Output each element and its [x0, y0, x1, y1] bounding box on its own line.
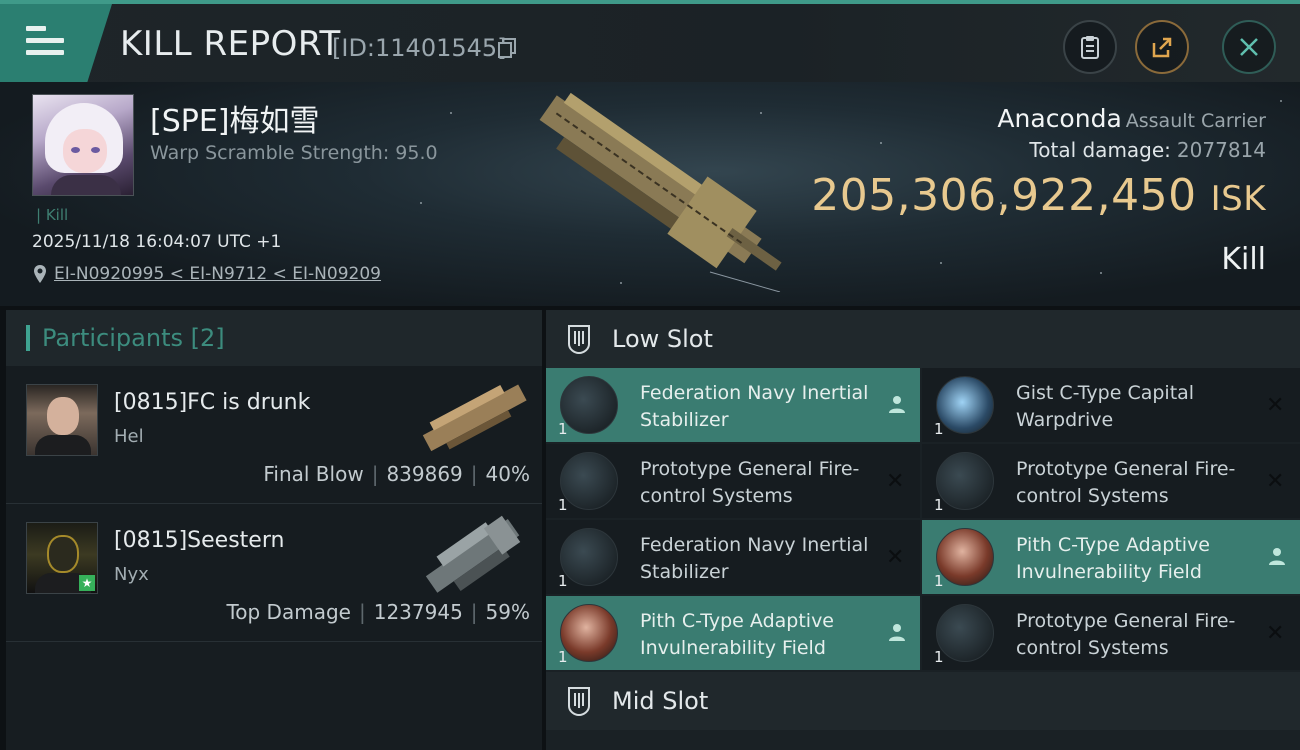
module-icon: [560, 376, 618, 434]
participant-avatar[interactable]: ★: [26, 522, 98, 594]
menu-icon: [26, 26, 64, 56]
participant-avatar[interactable]: [26, 384, 98, 456]
participant-row[interactable]: ★ [0815]Seestern Nyx Top Damage | 1237945 |…: [6, 504, 542, 642]
low-slot-header: Low Slot: [546, 310, 1300, 368]
destroyed-x-icon: ✕: [1266, 469, 1285, 494]
low-slot-grid: 1 Federation Navy Inertial Stabilizer 1 …: [546, 368, 1300, 670]
participant-stats: Final Blow | 839869 | 40%: [263, 462, 530, 486]
low-slot-icon: [568, 325, 590, 355]
victim-avatar[interactable]: [32, 94, 134, 196]
module-icon: [936, 376, 994, 434]
copy-icon[interactable]: [498, 38, 516, 58]
module-item[interactable]: 1 Federation Navy Inertial Stabilizer: [546, 368, 920, 442]
participant-ship-image: [425, 515, 521, 593]
participant-ship: Hel: [114, 426, 144, 447]
destroyed-x-icon: ✕: [886, 469, 905, 494]
report-id: [ID:11401545]: [332, 34, 507, 62]
module-icon: [936, 452, 994, 510]
participants-header: Participants [2]: [6, 310, 542, 366]
page-title: KILL REPORT: [120, 24, 341, 64]
header-bar: KILL REPORT [ID:11401545]: [0, 0, 1300, 82]
participant-stats: Top Damage | 1237945 | 59%: [226, 600, 530, 624]
isk-value: 205,306,922,450 ISK: [811, 170, 1266, 221]
location-pin-icon: [34, 265, 46, 283]
module-icon: [936, 528, 994, 586]
participant-name: [0815]FC is drunk: [114, 390, 311, 415]
person-icon: [886, 393, 908, 415]
module-icon: [560, 604, 618, 662]
mid-slot-header: Mid Slot: [546, 672, 1300, 730]
fitting-panel: Low Slot 1 Federation Navy Inertial Stab…: [546, 310, 1300, 750]
share-icon: [1152, 37, 1172, 58]
module-item[interactable]: 1 Prototype General Fire-control Systems…: [922, 444, 1300, 518]
clipboard-button[interactable]: [1063, 20, 1117, 74]
kill-datetime: 2025/11/18 16:04:07 UTC +1: [32, 232, 282, 252]
module-item[interactable]: 1 Prototype General Fire-control Systems…: [546, 444, 920, 518]
person-icon: [1266, 545, 1288, 567]
result-label: Kill: [1221, 242, 1266, 277]
mid-slot-icon: [568, 687, 590, 717]
clipboard-icon: [1081, 36, 1099, 59]
menu-button[interactable]: [0, 4, 112, 82]
destroyed-x-icon: ✕: [1266, 621, 1285, 646]
share-button[interactable]: [1135, 20, 1189, 74]
destroyed-x-icon: ✕: [886, 545, 905, 570]
victim-ship-image: [539, 92, 782, 292]
victim-name[interactable]: [SPE]梅如雪: [150, 96, 320, 140]
participant-ship-image: [422, 384, 527, 452]
destroyed-x-icon: ✕: [1266, 393, 1285, 418]
module-item[interactable]: 1 Pith C-Type Adaptive Invulnerability F…: [922, 520, 1300, 594]
participant-row[interactable]: [0815]FC is drunk Hel Final Blow | 839869 |…: [6, 366, 542, 504]
kill-location[interactable]: EI-N0920995 < EI-N9712 < EI-N09209: [32, 264, 381, 284]
module-item[interactable]: 1 Federation Navy Inertial Stabilizer ✕: [546, 520, 920, 594]
participants-panel: Participants [2] [0815]FC is drunk Hel F…: [6, 310, 542, 750]
participant-name: [0815]Seestern: [114, 528, 285, 553]
module-icon: [560, 528, 618, 586]
module-item[interactable]: 1 Prototype General Fire-control Systems…: [922, 596, 1300, 670]
module-item[interactable]: 1 Pith C-Type Adaptive Invulnerability F…: [546, 596, 920, 670]
total-damage: Total damage: 2077814: [1029, 138, 1266, 162]
victim-ship: Anaconda Assault Carrier: [997, 104, 1266, 133]
participant-ship: Nyx: [114, 564, 149, 585]
module-item[interactable]: 1 Gist C-Type Capital Warpdrive ✕: [922, 368, 1300, 442]
kill-tag: | Kill: [36, 206, 69, 224]
location-link[interactable]: EI-N0920995 < EI-N9712 < EI-N09209: [54, 264, 381, 284]
warp-scramble-strength: Warp Scramble Strength: 95.0: [150, 142, 438, 164]
close-icon: [1240, 38, 1258, 56]
person-icon: [886, 621, 908, 643]
module-icon: [560, 452, 618, 510]
star-icon: ★: [79, 575, 95, 591]
victim-banner: [SPE]梅如雪 Warp Scramble Strength: 95.0 | …: [0, 82, 1300, 306]
module-icon: [936, 604, 994, 662]
close-button[interactable]: [1222, 20, 1276, 74]
